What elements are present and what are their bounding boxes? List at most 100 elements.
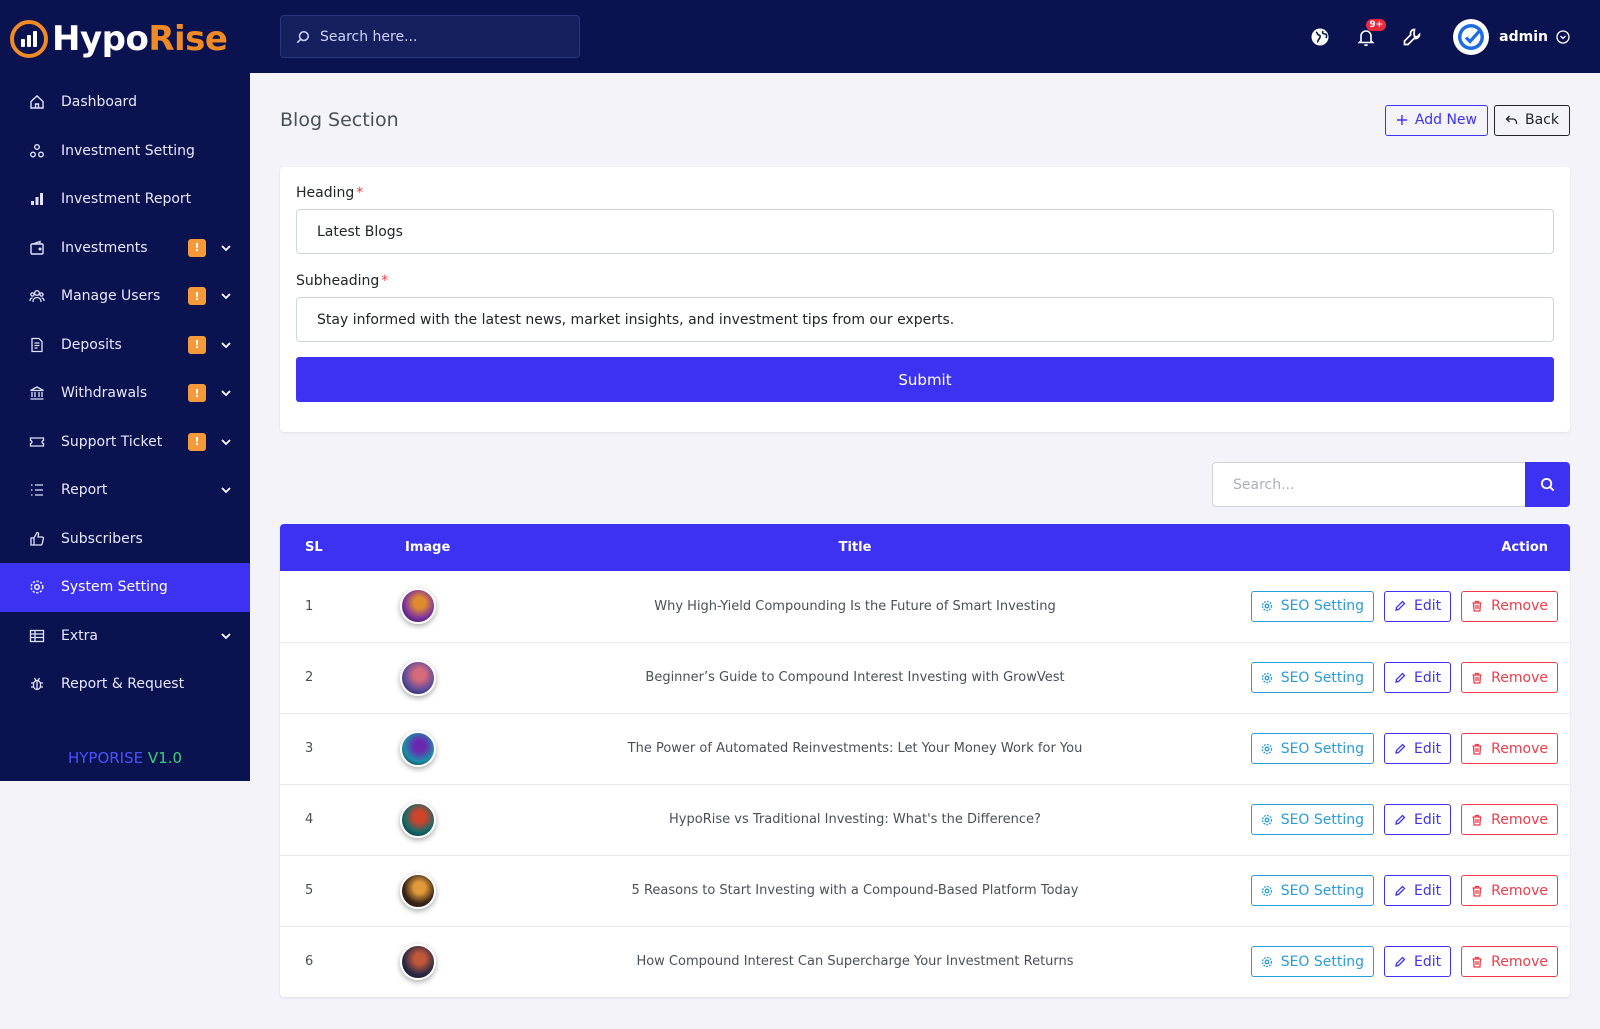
- row-sl: 1: [305, 598, 314, 614]
- bell-icon[interactable]: 9+: [1355, 18, 1387, 48]
- blog-thumbnail: [400, 588, 436, 625]
- nodes-icon: [28, 142, 46, 160]
- sidebar-item-investments[interactable]: Investments !: [0, 224, 250, 273]
- row-sl: 4: [305, 812, 314, 827]
- table-row: 5 5 Reasons to Start Investing with a Co…: [280, 855, 1570, 926]
- chevron-down-icon: [221, 293, 231, 300]
- brand-logo[interactable]: HypoRise: [0, 0, 250, 78]
- add-new-button[interactable]: Add New: [1384, 104, 1488, 136]
- avatar[interactable]: [1453, 18, 1490, 55]
- row-sl: 2: [305, 670, 314, 685]
- search-icon: [296, 30, 310, 43]
- pencil-icon: [1394, 885, 1406, 897]
- blog-thumbnail: [400, 659, 436, 696]
- required-mark: *: [381, 273, 389, 289]
- bar-chart-icon: [28, 190, 46, 208]
- table-search-input[interactable]: [1212, 462, 1525, 507]
- sidebar-item-subscribers[interactable]: Subscribers: [0, 515, 250, 564]
- remove-label: Remove: [1491, 882, 1548, 899]
- subheading-field[interactable]: [296, 297, 1554, 342]
- remove-label: Remove: [1491, 669, 1548, 686]
- row-actions: SEO Setting Edit Remove: [1230, 642, 1570, 713]
- seo-setting-button[interactable]: SEO Setting: [1250, 590, 1375, 622]
- edit-button[interactable]: Edit: [1384, 875, 1452, 906]
- sidebar-item-manage-users[interactable]: Manage Users !: [0, 272, 250, 321]
- row-sl: 3: [305, 741, 314, 756]
- column-header-title: Title: [838, 540, 872, 555]
- sidebar-item-deposits[interactable]: Deposits !: [0, 321, 250, 370]
- pencil-icon: [1394, 956, 1406, 968]
- remove-button[interactable]: Remove: [1461, 662, 1558, 693]
- pencil-icon: [1394, 600, 1406, 612]
- notification-count: 9+: [1366, 18, 1387, 31]
- wallet-icon: [28, 239, 46, 257]
- receipt-icon: [28, 336, 46, 354]
- sidebar-item-withdrawals[interactable]: Withdrawals !: [0, 369, 250, 418]
- edit-button[interactable]: Edit: [1384, 662, 1452, 693]
- chevron-down-icon: [221, 342, 231, 349]
- submit-button[interactable]: Submit: [296, 357, 1554, 402]
- seo-setting-button[interactable]: SEO Setting: [1250, 875, 1375, 906]
- edit-button[interactable]: Edit: [1384, 804, 1452, 835]
- row-title: The Power of Automated Reinvestments: Le…: [627, 741, 1083, 756]
- sidebar-item-report[interactable]: Report: [0, 466, 250, 515]
- table-search-button[interactable]: [1525, 462, 1570, 507]
- seo-setting-button[interactable]: SEO Setting: [1250, 804, 1375, 835]
- remove-button[interactable]: Remove: [1461, 946, 1558, 978]
- sidebar-item-label: Support Ticket: [61, 433, 163, 450]
- table-row: 3 The Power of Automated Reinvestments: …: [280, 713, 1570, 784]
- edit-button[interactable]: Edit: [1384, 946, 1452, 978]
- sidebar-item-support-ticket[interactable]: Support Ticket !: [0, 418, 250, 467]
- plus-icon: [1396, 114, 1408, 126]
- globe-icon[interactable]: [1309, 26, 1331, 48]
- table-icon: [28, 627, 46, 645]
- sidebar-item-investment-report[interactable]: Investment Report: [0, 175, 250, 224]
- heading-field[interactable]: [296, 209, 1554, 254]
- sidebar-item-dashboard[interactable]: Dashboard: [0, 78, 250, 127]
- sidebar-item-label: Deposits: [61, 336, 122, 353]
- wrench-icon[interactable]: [1401, 26, 1423, 48]
- home-icon: [28, 93, 46, 111]
- sidebar-item-label: Withdrawals: [61, 385, 148, 402]
- edit-button[interactable]: Edit: [1384, 590, 1452, 622]
- column-header-sl: SL: [305, 540, 323, 555]
- back-button[interactable]: Back: [1494, 104, 1570, 136]
- alert-badge: !: [188, 335, 206, 354]
- alert-badge: !: [188, 384, 206, 403]
- row-title: Beginner’s Guide to Compound Interest In…: [645, 670, 1065, 685]
- sidebar-item-label: Investment Report: [61, 191, 192, 208]
- remove-label: Remove: [1491, 740, 1548, 757]
- global-search-input[interactable]: [320, 28, 560, 45]
- sidebar-item-investment-setting[interactable]: Investment Setting: [0, 127, 250, 176]
- bank-icon: [28, 384, 46, 402]
- sidebar-item-extra[interactable]: Extra: [0, 612, 250, 661]
- remove-button[interactable]: Remove: [1461, 590, 1558, 622]
- seo-setting-button[interactable]: SEO Setting: [1250, 946, 1375, 978]
- sidebar: HypoRise Dashboard Investment Setting In…: [0, 0, 250, 781]
- remove-button[interactable]: Remove: [1461, 804, 1558, 835]
- sidebar-item-label: Investment Setting: [61, 142, 195, 159]
- chevron-down-icon: [221, 245, 231, 252]
- row-title: Why High-Yield Compounding Is the Future…: [654, 598, 1056, 614]
- row-image-cell: [370, 926, 480, 997]
- global-search[interactable]: [280, 15, 580, 58]
- user-name[interactable]: admin: [1499, 29, 1548, 45]
- seo-setting-label: SEO Setting: [1280, 740, 1365, 757]
- sidebar-item-system-setting[interactable]: System Setting: [0, 563, 250, 612]
- remove-label: Remove: [1491, 811, 1548, 828]
- chevron-down-icon[interactable]: [1556, 29, 1570, 44]
- remove-button[interactable]: Remove: [1461, 875, 1558, 906]
- back-label: Back: [1525, 112, 1559, 128]
- verified-check-icon: [1458, 23, 1485, 50]
- main-content: Blog Section Add New Back Heading* Subhe…: [280, 73, 1570, 997]
- sidebar-item-label: Investments: [61, 239, 148, 256]
- seo-setting-button[interactable]: SEO Setting: [1250, 662, 1375, 693]
- remove-button[interactable]: Remove: [1461, 733, 1558, 764]
- sidebar-nav: Dashboard Investment Setting Investment …: [0, 78, 250, 709]
- trash-icon: [1471, 885, 1483, 897]
- seo-setting-button[interactable]: SEO Setting: [1250, 733, 1375, 764]
- row-actions: SEO Setting Edit Remove: [1230, 713, 1570, 784]
- edit-button[interactable]: Edit: [1384, 733, 1452, 764]
- sidebar-item-report-request[interactable]: Report & Request: [0, 660, 250, 709]
- chevron-down-icon: [221, 487, 231, 494]
